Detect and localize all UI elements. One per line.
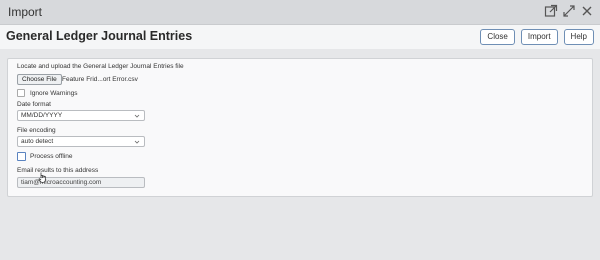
window-title: Import xyxy=(8,5,43,19)
date-format-value: MM/DD/YYYY xyxy=(21,112,63,119)
chevron-down-icon xyxy=(134,113,140,119)
page-header: General Ledger Journal Entries Close Imp… xyxy=(0,25,600,49)
file-encoding-select[interactable]: auto detect xyxy=(17,136,145,147)
hand-cursor-icon xyxy=(38,171,47,183)
date-format-label: Date format xyxy=(17,101,51,108)
ignore-warnings-label: Ignore Warnings xyxy=(30,90,78,97)
expand-icon[interactable] xyxy=(562,4,576,18)
date-format-select[interactable]: MM/DD/YYYY xyxy=(17,110,145,121)
window-titlebar: Import xyxy=(0,0,600,25)
choose-file-button[interactable]: Choose File xyxy=(17,74,62,85)
email-label: Email results to this address xyxy=(17,167,99,174)
email-input[interactable] xyxy=(17,177,145,188)
process-offline-checkbox[interactable] xyxy=(17,152,26,161)
file-encoding-label: File encoding xyxy=(17,127,56,134)
import-form-panel: Locate and upload the General Ledger Jou… xyxy=(7,58,593,197)
help-button[interactable]: Help xyxy=(563,29,594,45)
file-encoding-value: auto detect xyxy=(21,138,54,145)
header-buttons: Close Import Help xyxy=(480,29,594,45)
close-icon[interactable] xyxy=(580,4,594,18)
selected-file-name: Feature Frid...ort Error.csv xyxy=(62,76,138,83)
window-controls xyxy=(544,4,594,18)
upload-label: Locate and upload the General Ledger Jou… xyxy=(17,63,184,70)
close-button[interactable]: Close xyxy=(480,29,515,45)
external-link-icon[interactable] xyxy=(544,4,558,18)
chevron-down-icon xyxy=(134,139,140,145)
import-button[interactable]: Import xyxy=(520,29,558,45)
ignore-warnings-checkbox[interactable] xyxy=(17,89,25,97)
page-title: General Ledger Journal Entries xyxy=(6,29,193,43)
process-offline-label: Process offline xyxy=(30,153,73,160)
